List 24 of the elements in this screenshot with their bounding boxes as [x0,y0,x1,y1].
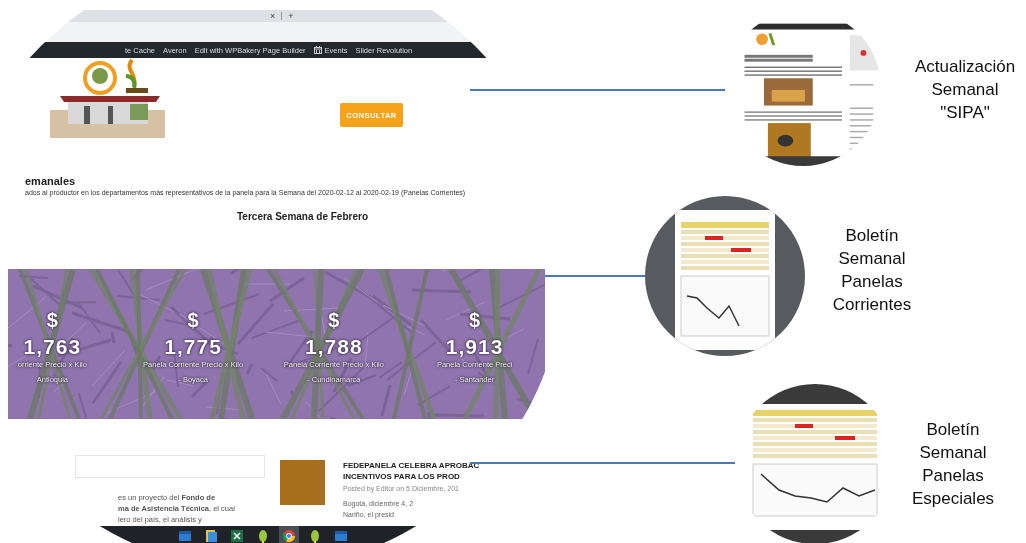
search-field[interactable] [75,455,265,478]
spreadsheet-icon [229,528,245,543]
post-photo [280,460,325,505]
window-icon [177,528,193,543]
new-tab-button[interactable]: + [288,11,294,21]
price-value: 1,788 [305,335,363,359]
calendar-icon [313,46,322,54]
currency-sign: $ [46,309,58,331]
price-value: 1,913 [445,335,504,359]
taskbar-button[interactable] [279,526,299,543]
caption: Boletín Semanal Panelas Corrientes [832,225,912,316]
caption: Actualización Semanal "SIPA" [914,56,1016,124]
files-icon [203,528,219,543]
close-tab-button[interactable]: × [270,11,276,21]
price-value: 1,775 [164,335,222,359]
currency-sign: $ [187,309,199,331]
week-title: Tercera Semana de Febrero [236,211,369,223]
price-value: 1,763 [23,335,82,359]
section-title: emanales [24,175,77,187]
currency-sign: $ [469,309,481,331]
currency-sign: $ [328,309,340,331]
window-icon [333,528,349,543]
browser-icon [281,528,297,543]
caption: Boletín Semanal Panelas Especiales [911,419,995,510]
